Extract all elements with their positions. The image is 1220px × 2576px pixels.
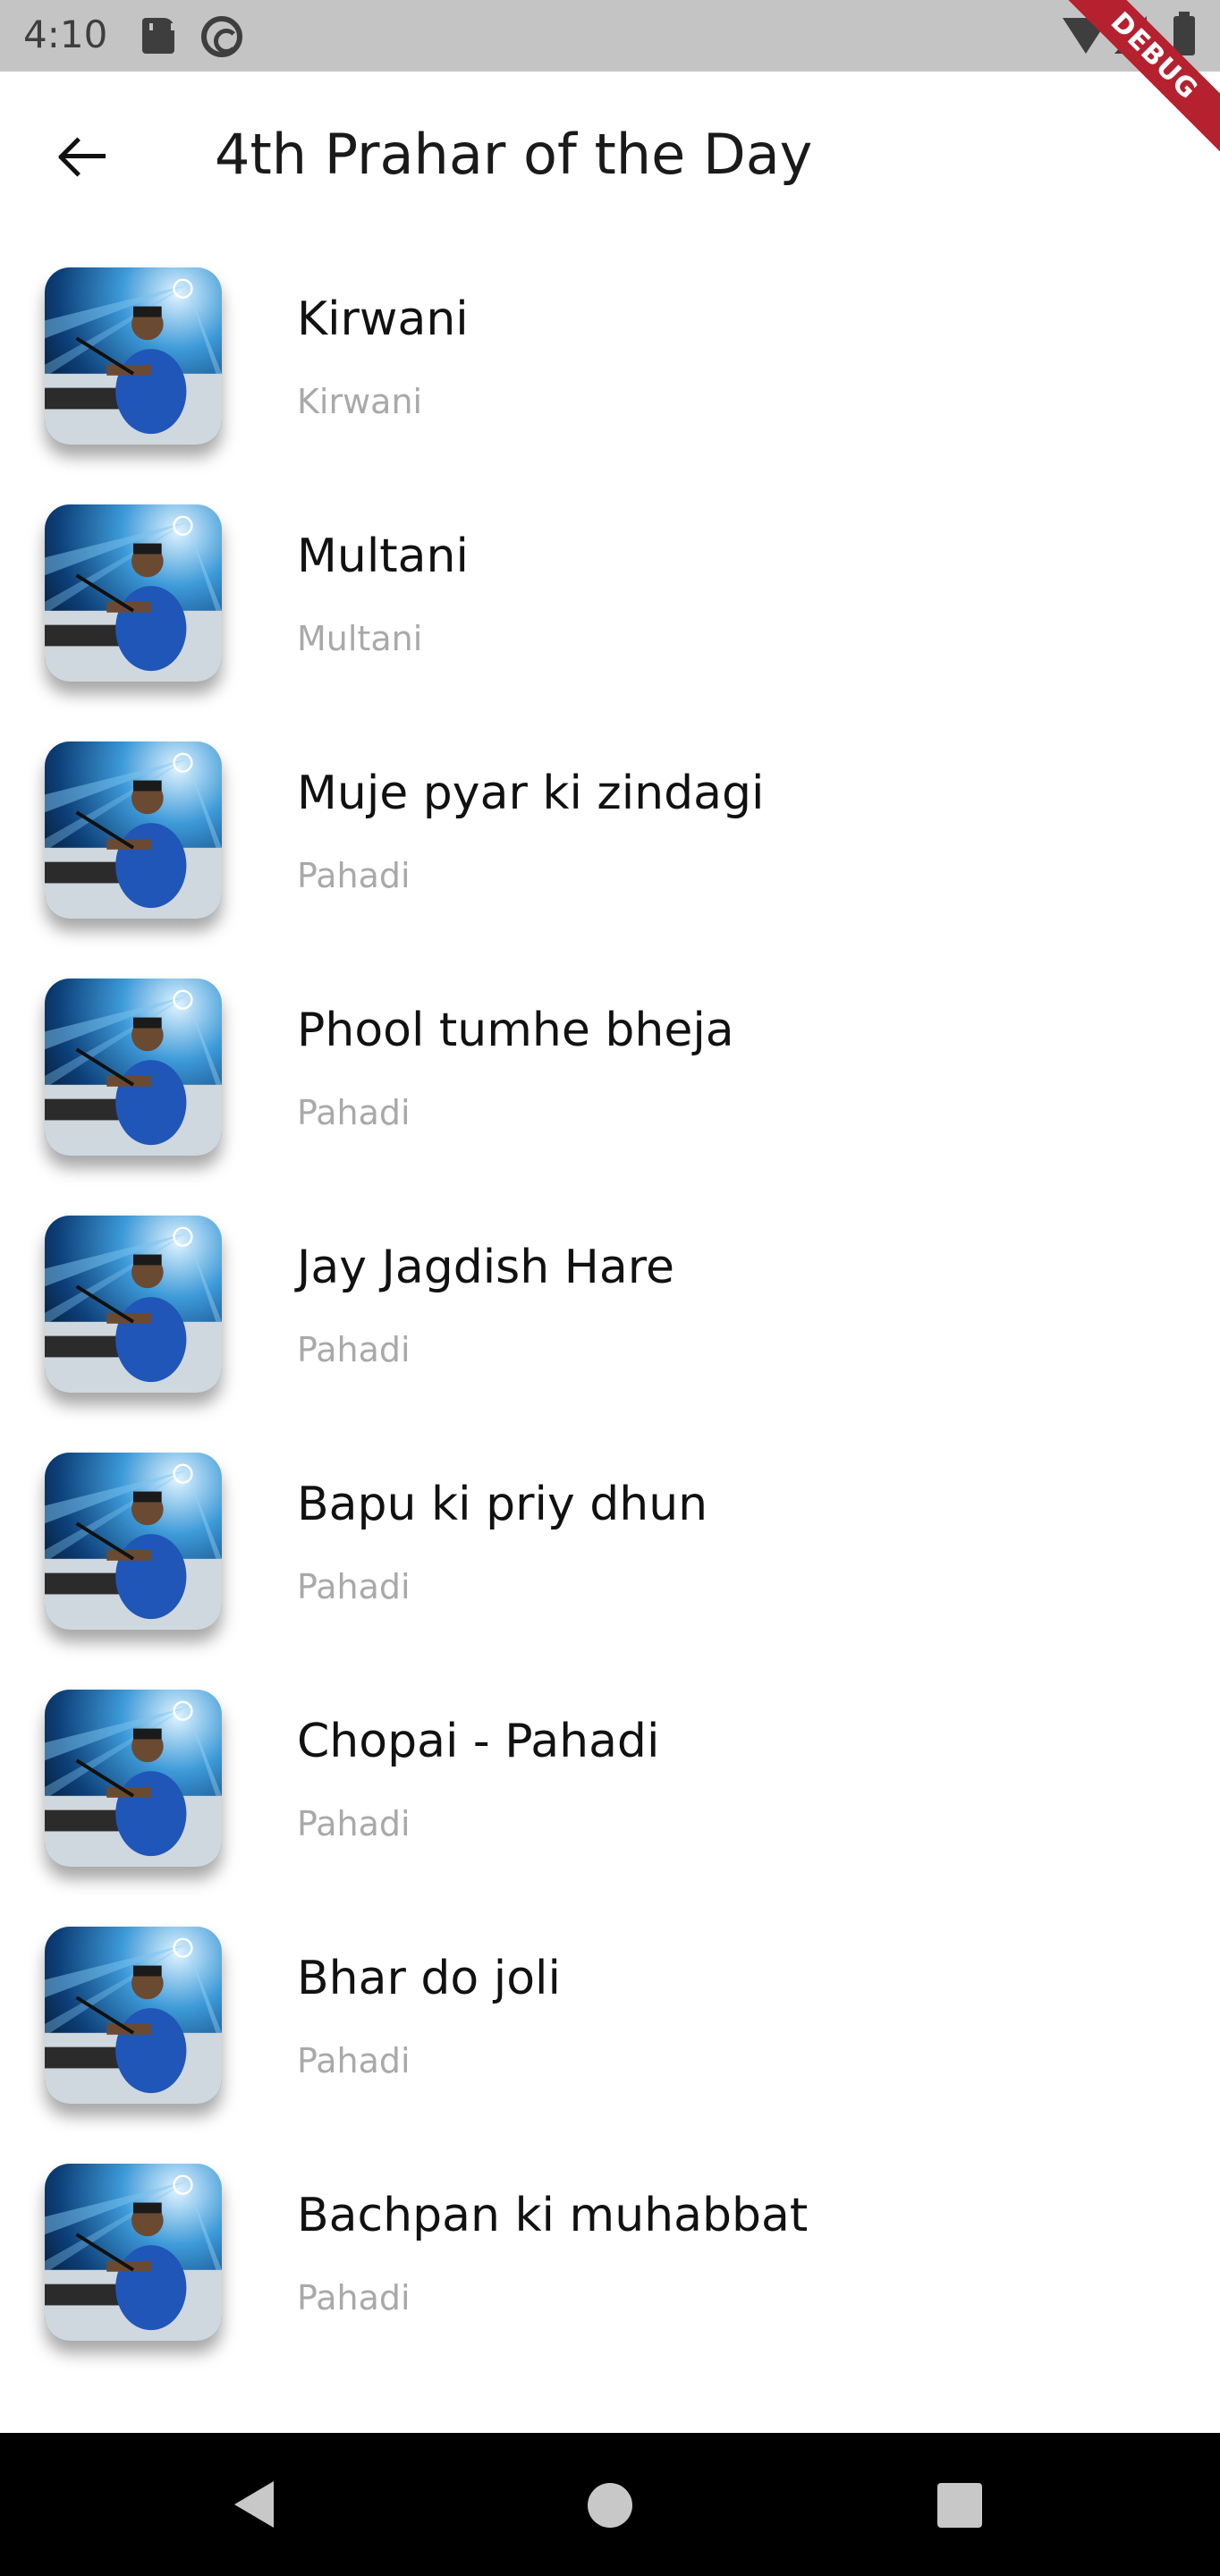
- song-list-item[interactable]: Jay Jagdish Hare Pahadi: [0, 1081, 1220, 1393]
- song-list-item[interactable]: Bachpan ki muhabbat Pahadi: [0, 2029, 1220, 2341]
- song-list[interactable]: Kirwani Kirwani Multani Multani Muje pya…: [0, 238, 1220, 2433]
- song-title: Bachpan ki muhabbat: [297, 2189, 809, 2242]
- sd-card-icon: [142, 18, 174, 54]
- song-list-item[interactable]: Phool tumhe bheja Pahadi: [0, 844, 1220, 1156]
- app-bar: 4th Prahar of the Day: [0, 72, 1220, 238]
- song-list-item[interactable]: Muje pyar ki zindagi Pahadi: [0, 607, 1220, 919]
- song-list-item[interactable]: Multani Multani: [0, 370, 1220, 682]
- back-button[interactable]: [45, 118, 120, 193]
- song-title: Bapu ki priy dhun: [297, 1478, 708, 1531]
- nav-recents-icon[interactable]: [937, 2483, 982, 2528]
- nav-home-icon[interactable]: [588, 2483, 632, 2528]
- song-title: Multani: [297, 530, 469, 583]
- sync-icon: [201, 16, 242, 57]
- song-list-item[interactable]: Kirwani Kirwani: [0, 238, 1220, 445]
- song-subtitle: Pahadi: [297, 2278, 411, 2318]
- song-title: Jay Jagdish Hare: [297, 1241, 674, 1294]
- song-list-item[interactable]: Bhar do joli Pahadi: [0, 1792, 1220, 2104]
- navigation-bar: [0, 2433, 1220, 2576]
- song-title: Chopai - Pahadi: [297, 1715, 660, 1768]
- song-title: Kirwani: [297, 292, 469, 346]
- song-thumbnail: [45, 2164, 222, 2341]
- song-list-item[interactable]: Chopai - Pahadi Pahadi: [0, 1555, 1220, 1867]
- song-title: Bhar do joli: [297, 1952, 561, 2005]
- status-time: 4:10: [23, 13, 108, 56]
- page-title: 4th Prahar of the Day: [215, 122, 813, 187]
- song-list-item[interactable]: Bapu ki priy dhun Pahadi: [0, 1318, 1220, 1630]
- status-bar: 4:10: [0, 0, 1220, 72]
- nav-back-icon[interactable]: [234, 2481, 274, 2528]
- song-title: Muje pyar ki zindagi: [297, 767, 765, 820]
- song-title: Phool tumhe bheja: [297, 1004, 734, 1057]
